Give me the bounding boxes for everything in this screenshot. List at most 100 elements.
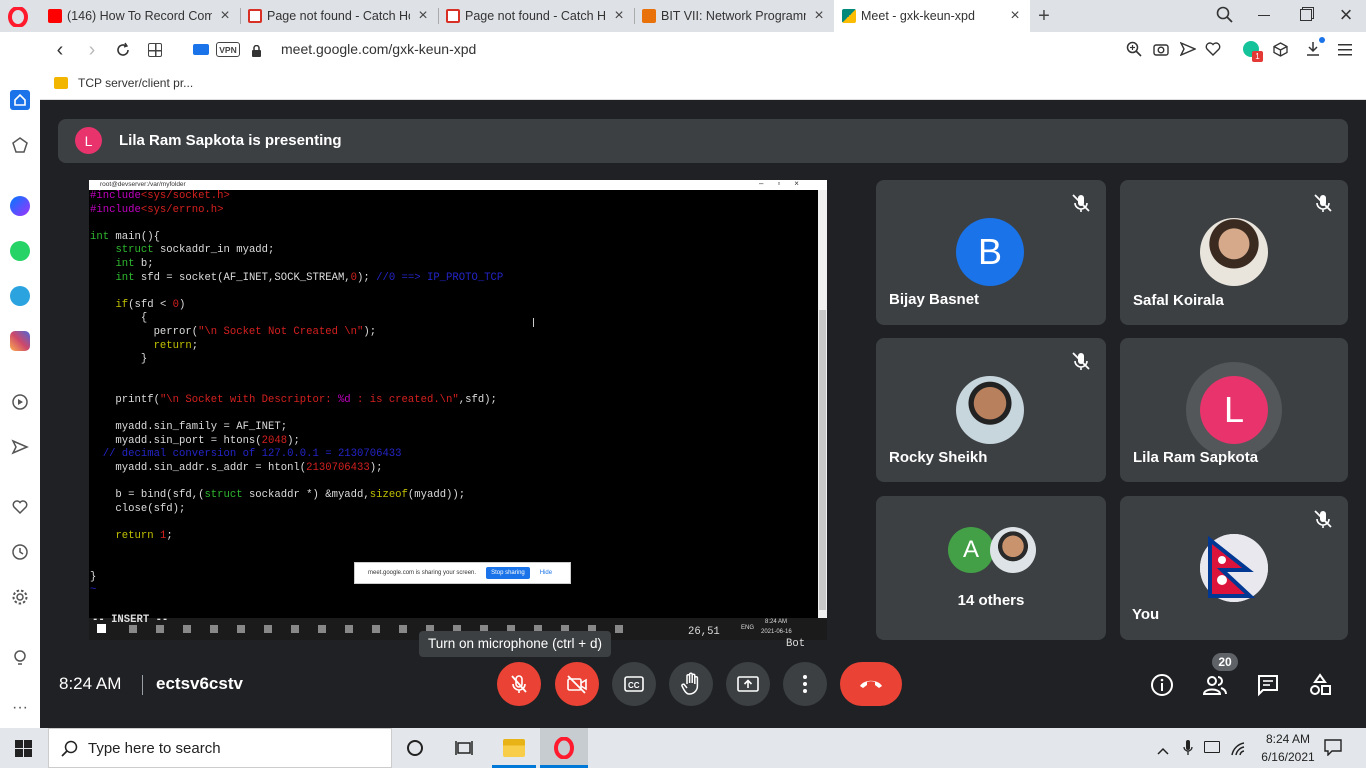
bookmark-heart-icon[interactable] bbox=[1205, 42, 1221, 56]
download-icon[interactable] bbox=[1305, 41, 1321, 57]
bookmark-item[interactable]: TCP server/client pr... bbox=[54, 74, 193, 92]
reload-icon[interactable] bbox=[115, 42, 131, 58]
cortana-icon[interactable] bbox=[407, 740, 423, 756]
opera-logo-icon[interactable] bbox=[8, 6, 28, 28]
extension-badge: 1 bbox=[1252, 51, 1263, 62]
close-icon[interactable]: × bbox=[612, 7, 626, 25]
close-icon[interactable]: × bbox=[812, 7, 826, 25]
restore-icon[interactable] bbox=[1300, 9, 1312, 21]
send-flow-icon[interactable] bbox=[1179, 41, 1197, 57]
present-now-button[interactable] bbox=[726, 662, 770, 706]
more-options-button[interactable] bbox=[783, 662, 827, 706]
raise-hand-button[interactable] bbox=[669, 662, 713, 706]
code-line: myadd.sin_family = AF_INET; bbox=[90, 421, 816, 435]
speed-dial-icon[interactable] bbox=[10, 135, 30, 155]
code-token: myadd.sin_family = AF_INET; bbox=[90, 421, 288, 434]
telegram-icon[interactable] bbox=[10, 286, 30, 306]
meeting-time: 8:24 AM bbox=[59, 674, 122, 693]
camera-in-use-icon[interactable] bbox=[193, 44, 209, 55]
code-token: ,sfd); bbox=[458, 393, 497, 406]
battery-icon[interactable] bbox=[1204, 741, 1220, 753]
others-count: 14 others bbox=[957, 592, 1025, 609]
tab-grid-icon[interactable] bbox=[148, 43, 162, 57]
zoom-search-icon[interactable] bbox=[1126, 41, 1142, 57]
self-tile[interactable]: You bbox=[1120, 496, 1348, 640]
lock-icon[interactable] bbox=[251, 44, 262, 57]
heart-icon[interactable] bbox=[10, 497, 30, 517]
messenger-icon[interactable] bbox=[10, 196, 30, 216]
participant-tile-active-speaker[interactable]: L Lila Ram Sapkota bbox=[1120, 338, 1348, 482]
clock-time[interactable]: 8:24 AM bbox=[1258, 732, 1318, 746]
activities-icon[interactable] bbox=[1306, 671, 1334, 699]
code-token: main(){ bbox=[109, 230, 160, 243]
player-icon[interactable] bbox=[10, 392, 30, 412]
tab-5-active[interactable]: Meet - gxk-keun-xpd × bbox=[834, 0, 1030, 32]
close-icon[interactable]: × bbox=[218, 7, 232, 25]
captions-button[interactable]: CC bbox=[612, 662, 656, 706]
code-line: perror("\n Socket Not Created \n"); bbox=[90, 326, 816, 340]
search-icon bbox=[61, 740, 78, 757]
send-icon[interactable] bbox=[10, 437, 30, 457]
camera-off-button[interactable] bbox=[555, 662, 599, 706]
mic-off-button[interactable] bbox=[497, 662, 541, 706]
tab-3[interactable]: Page not found - Catch Ho × bbox=[438, 0, 634, 32]
settings-gear-icon[interactable] bbox=[10, 587, 30, 607]
terminal-window-controls: –▫× bbox=[759, 179, 813, 188]
whatsapp-icon[interactable] bbox=[10, 241, 30, 261]
back-icon[interactable]: ‹ bbox=[50, 39, 70, 61]
opera-taskbar-button[interactable] bbox=[540, 728, 588, 768]
terminal-titlebar: root@devserver:/var/myfolder –▫× bbox=[89, 179, 827, 190]
stop-sharing-button[interactable]: Stop sharing bbox=[486, 567, 530, 579]
new-tab-plus-icon[interactable]: + bbox=[1034, 5, 1054, 27]
close-icon[interactable]: × bbox=[1008, 7, 1022, 25]
cube-extension-icon[interactable] bbox=[1273, 42, 1288, 57]
lightbulb-icon[interactable] bbox=[10, 648, 30, 668]
microphone-tray-icon[interactable] bbox=[1183, 740, 1193, 756]
meeting-divider bbox=[142, 675, 143, 695]
home-icon[interactable] bbox=[10, 90, 30, 110]
cursor-ibeam-icon bbox=[533, 318, 536, 327]
leave-call-button[interactable] bbox=[840, 662, 902, 706]
participant-tile[interactable]: Rocky Sheikh bbox=[876, 338, 1106, 482]
tab-4[interactable]: BIT VII: Network Programm × bbox=[634, 0, 834, 32]
hide-button[interactable]: Hide bbox=[540, 570, 552, 576]
code-line: b = bind(sfd,(struct sockaddr *) &myadd,… bbox=[90, 489, 816, 503]
address-bar-row: ‹ › VPN meet.google.com/gxk-keun-xpd 1 bbox=[40, 32, 1366, 68]
code-token: } bbox=[90, 353, 148, 366]
people-icon[interactable] bbox=[1201, 671, 1229, 699]
close-icon[interactable]: × bbox=[416, 7, 430, 25]
window-close-icon[interactable]: × bbox=[1336, 2, 1356, 27]
shared-time: 8:24 AM bbox=[765, 619, 788, 625]
others-tile[interactable]: A 14 others bbox=[876, 496, 1106, 640]
code-token: struct bbox=[204, 489, 243, 502]
minimize-icon[interactable] bbox=[1258, 15, 1270, 16]
forward-icon[interactable]: › bbox=[82, 39, 102, 61]
notification-center-icon[interactable] bbox=[1324, 739, 1342, 757]
url-field[interactable]: meet.google.com/gxk-keun-xpd bbox=[281, 41, 476, 57]
history-clock-icon[interactable] bbox=[10, 542, 30, 562]
meeting-details-icon[interactable] bbox=[1148, 671, 1176, 699]
start-windows-icon[interactable] bbox=[15, 740, 32, 757]
wifi-icon[interactable] bbox=[1229, 740, 1247, 756]
code-token: #include bbox=[90, 203, 141, 216]
participant-tile[interactable]: Safal Koirala bbox=[1120, 180, 1348, 325]
file-explorer-icon[interactable] bbox=[503, 739, 525, 757]
clock-date[interactable]: 6/16/2021 bbox=[1252, 750, 1324, 764]
tab-1[interactable]: (146) How To Record Comp × bbox=[40, 0, 240, 32]
chat-icon[interactable] bbox=[1254, 671, 1282, 699]
participant-tile[interactable]: B Bijay Basnet bbox=[876, 180, 1106, 325]
instagram-icon[interactable] bbox=[10, 331, 30, 351]
easy-setup-icon[interactable] bbox=[1338, 43, 1352, 56]
code-token: myadd.sin_addr.s_addr = htonl( bbox=[90, 461, 307, 474]
search-tabs-icon[interactable] bbox=[1216, 6, 1234, 24]
code-token: struct bbox=[115, 244, 154, 257]
taskbar-search-box[interactable]: Type here to search bbox=[48, 728, 392, 768]
task-view-icon[interactable] bbox=[455, 740, 473, 756]
tab-2[interactable]: Page not found - Catch Ho × bbox=[240, 0, 438, 32]
vpn-badge[interactable]: VPN bbox=[216, 42, 240, 57]
more-dots-icon[interactable]: ··· bbox=[10, 698, 30, 718]
snapshot-camera-icon[interactable] bbox=[1153, 42, 1169, 56]
show-hidden-icons-chevron[interactable] bbox=[1157, 742, 1169, 755]
